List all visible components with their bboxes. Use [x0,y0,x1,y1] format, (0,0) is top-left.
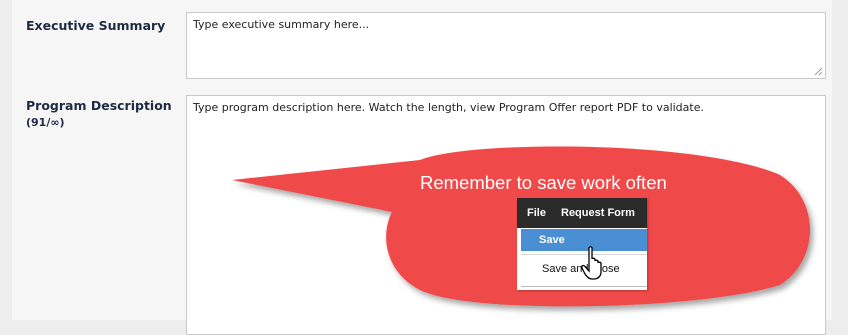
menu-bar: File Request Form [517,198,647,228]
executive-summary-label: Executive Summary [26,18,166,33]
menu-divider [521,286,647,287]
program-description-label: Program Description [26,98,172,113]
program-description-input[interactable]: Type program description here. Watch the… [186,95,826,335]
cursor-hand-icon [581,246,602,280]
program-description-counter: (91/∞) [26,116,65,129]
menu-file[interactable]: File [527,207,546,219]
executive-summary-placeholder: Type executive summary here... [193,18,370,31]
program-description-value: Type program description here. Watch the… [193,101,704,114]
resize-grip-icon[interactable] [814,67,823,76]
menu-request-form[interactable]: Request Form [561,207,635,219]
executive-summary-input[interactable]: Type executive summary here... [186,12,826,79]
callout-text: Remember to save work often [420,172,667,193]
